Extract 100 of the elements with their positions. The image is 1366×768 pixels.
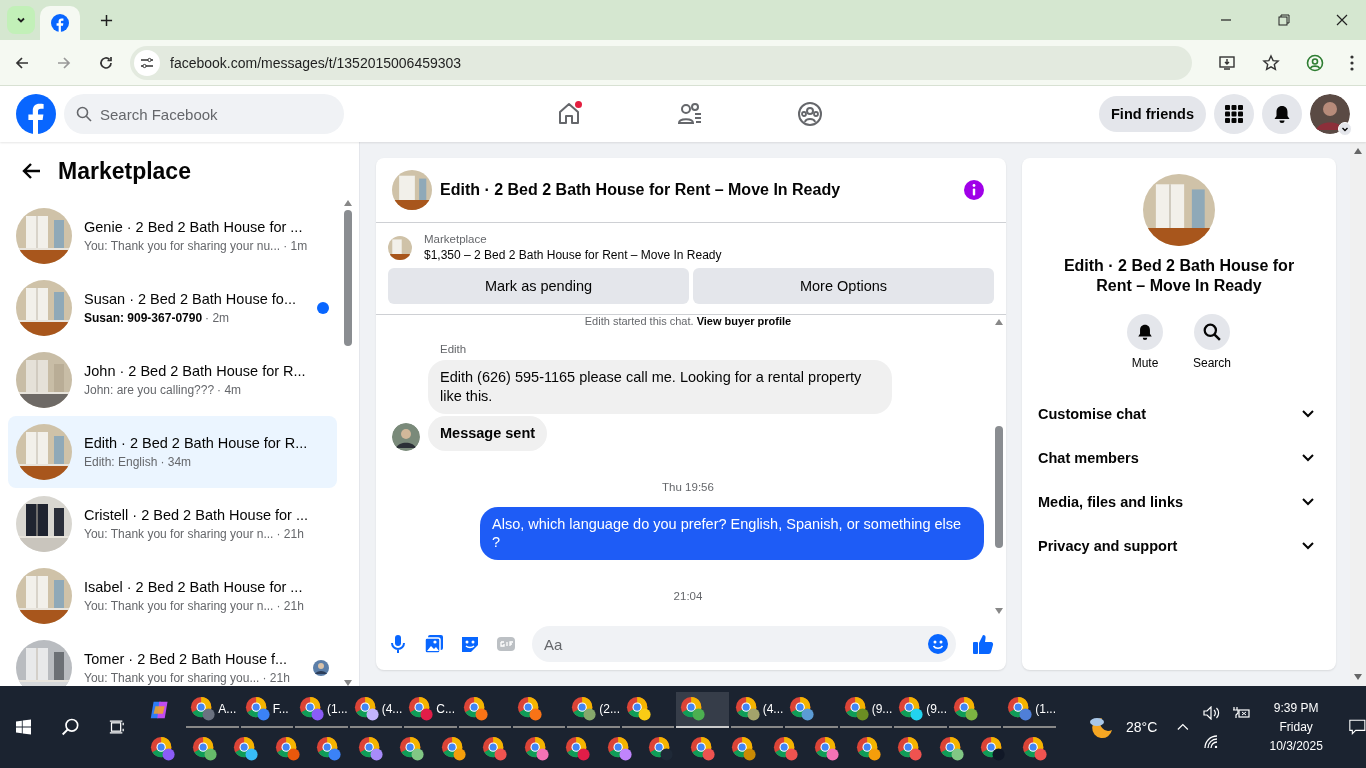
search-field[interactable]: Search Facebook bbox=[100, 94, 320, 134]
wifi-icon[interactable] bbox=[1202, 734, 1219, 748]
browser-icon bbox=[571, 696, 598, 722]
browser-icon[interactable] bbox=[150, 736, 176, 762]
more-menu-icon[interactable] bbox=[1350, 54, 1354, 71]
conversation-item[interactable]: John · 2 Bed 2 Bath House for R... John: are you calling??? · 4m bbox=[8, 344, 337, 416]
browser-icon[interactable] bbox=[648, 736, 674, 762]
microphone-icon[interactable] bbox=[388, 634, 408, 654]
scroll-up-icon[interactable] bbox=[1354, 148, 1362, 154]
taskbar-app[interactable] bbox=[676, 692, 729, 728]
taskbar-app[interactable]: C... bbox=[404, 692, 457, 728]
taskbar-app[interactable]: F... bbox=[240, 692, 293, 728]
back-arrow-icon[interactable] bbox=[22, 161, 42, 181]
message-time: · 21h bbox=[262, 671, 290, 685]
facebook-logo[interactable] bbox=[16, 94, 56, 134]
browser-icon[interactable] bbox=[689, 736, 716, 762]
conversation-item[interactable]: Isabel · 2 Bed 2 Bath House for ... You: Thank you for sharing your n... · 21h bbox=[8, 560, 337, 632]
chat-notice: Edith started this chat. bbox=[584, 315, 694, 327]
install-icon[interactable] bbox=[1218, 53, 1236, 72]
scrollbar-thumb[interactable] bbox=[344, 210, 352, 346]
scroll-up-icon[interactable] bbox=[344, 200, 352, 206]
browser-icon[interactable] bbox=[980, 736, 1006, 762]
back-icon[interactable] bbox=[14, 54, 30, 71]
taskbar-app[interactable]: (9... bbox=[894, 692, 947, 728]
scroll-down-icon[interactable] bbox=[995, 608, 1003, 614]
section-row[interactable]: Media, files and links bbox=[1038, 480, 1320, 524]
photo-icon[interactable] bbox=[424, 634, 444, 654]
groups-icon[interactable] bbox=[796, 100, 824, 128]
conversation-item[interactable]: Susan · 2 Bed 2 Bath House fo... Susan: 909-367-0790 · 2m bbox=[8, 272, 337, 344]
taskbar-app[interactable]: A... bbox=[186, 692, 239, 728]
browser-icon[interactable] bbox=[772, 736, 799, 762]
new-tab-icon[interactable] bbox=[100, 13, 113, 27]
browser-icon[interactable] bbox=[191, 736, 218, 762]
menu-button[interactable] bbox=[1214, 94, 1254, 134]
mark-pending-button[interactable]: Mark as pending bbox=[388, 268, 689, 304]
taskbar-app[interactable]: (4... bbox=[349, 692, 403, 728]
taskbar-app[interactable]: (4... bbox=[730, 692, 784, 728]
taskbar-app[interactable]: (2... bbox=[567, 692, 620, 728]
search-icon bbox=[76, 106, 92, 122]
browser-icon[interactable] bbox=[523, 736, 550, 762]
scroll-up-icon[interactable] bbox=[995, 319, 1003, 325]
address-bar[interactable]: facebook.com/messages/t/1352015006459303 bbox=[130, 45, 1192, 80]
browser-icon[interactable] bbox=[274, 736, 301, 762]
browser-icon[interactable] bbox=[938, 736, 965, 762]
browser-icon[interactable] bbox=[1021, 736, 1048, 762]
forward-icon[interactable] bbox=[56, 54, 72, 71]
browser-icon[interactable] bbox=[233, 736, 259, 762]
sticker-icon[interactable] bbox=[460, 634, 480, 654]
view-profile-link[interactable]: View buyer profile bbox=[696, 315, 792, 327]
taskbar-app[interactable]: (1... bbox=[295, 692, 348, 728]
taskbar-app[interactable]: (9... bbox=[839, 692, 893, 728]
mute-button[interactable] bbox=[1127, 314, 1163, 350]
search-icon[interactable] bbox=[61, 716, 80, 738]
browser-icon[interactable] bbox=[440, 736, 467, 762]
conversation-item[interactable]: Cristell · 2 Bed 2 Bath House for ... You: Thank you for sharing your n... · 21h bbox=[8, 488, 337, 560]
bookmark-star-icon[interactable] bbox=[1262, 53, 1280, 72]
reload-icon[interactable] bbox=[98, 54, 114, 71]
volume-icon[interactable] bbox=[1202, 706, 1221, 720]
section-row[interactable]: Privacy and support bbox=[1038, 524, 1320, 568]
browser-tab[interactable] bbox=[40, 6, 80, 40]
browser-icon[interactable] bbox=[399, 736, 425, 762]
info-icon[interactable] bbox=[964, 180, 984, 200]
restore-icon[interactable] bbox=[1278, 14, 1290, 26]
start-icon[interactable] bbox=[16, 718, 31, 736]
profile-icon[interactable] bbox=[1306, 53, 1324, 72]
browser-icon[interactable] bbox=[897, 736, 923, 762]
browser-icon bbox=[353, 696, 380, 722]
clock[interactable]: 9:39 PM Friday 10/3/2025 bbox=[1266, 701, 1326, 753]
scroll-down-icon[interactable] bbox=[1354, 674, 1362, 680]
browser-icon[interactable] bbox=[731, 736, 757, 762]
browser-icon[interactable] bbox=[357, 736, 384, 762]
browser-icon[interactable] bbox=[316, 736, 342, 762]
browser-icon[interactable] bbox=[565, 736, 591, 762]
caret-icon[interactable] bbox=[1338, 122, 1352, 136]
weather-temperature[interactable]: 28°C bbox=[1126, 719, 1158, 735]
section-row[interactable]: Customise chat bbox=[1038, 392, 1320, 436]
section-row[interactable]: Chat members bbox=[1038, 436, 1320, 480]
search-box[interactable]: Search Facebook bbox=[64, 94, 344, 134]
browser-icon[interactable] bbox=[814, 736, 840, 762]
conversation-item[interactable]: Genie · 2 Bed 2 Bath House for ... You: Thank you for sharing your nu... · 1m bbox=[8, 200, 337, 272]
notification-icon[interactable] bbox=[1349, 718, 1366, 736]
listing-title[interactable]: $1,350 – 2 Bed 2 Bath House for Rent – Move In Ready bbox=[424, 248, 722, 262]
emoji-icon[interactable] bbox=[928, 634, 948, 654]
search-button[interactable] bbox=[1194, 314, 1230, 350]
close-icon[interactable] bbox=[1336, 14, 1348, 26]
chevron-up-icon[interactable] bbox=[1177, 723, 1189, 731]
taskbar-app[interactable]: (1... bbox=[1003, 692, 1056, 728]
notifications-button[interactable] bbox=[1262, 94, 1302, 134]
conversation-item[interactable]: Edith · 2 Bed 2 Bath House for R... Edith: English · 34m bbox=[8, 416, 337, 488]
scrollbar-thumb[interactable] bbox=[995, 425, 1003, 548]
browser-icon[interactable] bbox=[482, 736, 508, 762]
more-options-button[interactable]: More Options bbox=[693, 268, 994, 304]
find-friends-button[interactable]: Find friends bbox=[1099, 96, 1206, 132]
browser-icon[interactable] bbox=[606, 736, 633, 762]
thumbs-up-icon[interactable] bbox=[972, 633, 994, 655]
battery-icon[interactable] bbox=[1230, 706, 1251, 720]
browser-icon[interactable] bbox=[855, 736, 882, 762]
browser-icon bbox=[1007, 696, 1034, 722]
account-avatar[interactable] bbox=[1310, 94, 1350, 134]
timestamp: 21:04 bbox=[673, 590, 703, 603]
